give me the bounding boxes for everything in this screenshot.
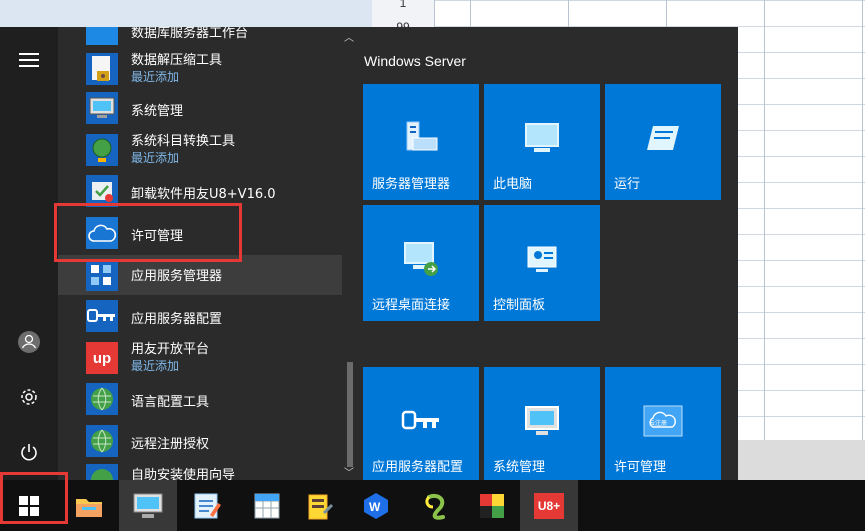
app-label: 数据解压缩工具 bbox=[131, 53, 223, 68]
tile-group-title: Windows Server bbox=[364, 53, 466, 69]
this-pc-icon[interactable] bbox=[119, 480, 177, 531]
hamburger-menu-icon[interactable] bbox=[14, 45, 44, 75]
snake-app-icon[interactable] bbox=[407, 480, 465, 531]
list-item[interactable]: 自助安装使用向导 bbox=[58, 460, 342, 480]
tile-label: 运行 bbox=[614, 177, 641, 192]
key-icon bbox=[86, 300, 118, 332]
tile-label: 许可管理 bbox=[614, 460, 667, 475]
list-item[interactable]: up 用友开放平台 最近添加 bbox=[58, 338, 342, 378]
list-item[interactable]: 数据解压缩工具 最近添加 bbox=[58, 49, 342, 89]
run-icon bbox=[643, 118, 683, 158]
scrollbar-thumb[interactable] bbox=[347, 362, 353, 467]
recently-added-label: 最近添加 bbox=[131, 151, 180, 165]
user-icon[interactable] bbox=[14, 327, 44, 357]
remote-desktop-icon bbox=[401, 239, 441, 279]
globe-icon bbox=[86, 383, 118, 415]
yonyou-up-icon: up bbox=[86, 342, 118, 374]
tile-run[interactable]: 运行 bbox=[605, 84, 721, 200]
list-item[interactable]: 应用服务器配置 bbox=[58, 296, 342, 336]
spreadsheet-icon[interactable] bbox=[238, 480, 296, 531]
tile-label: 服务器管理器 bbox=[372, 177, 451, 192]
list-item[interactable]: 数据库服务器工作台 bbox=[58, 27, 342, 49]
app-label: 应用服务器配置 bbox=[131, 312, 223, 327]
tile-control-panel[interactable]: 控制面板 bbox=[484, 205, 600, 321]
tile-label: 应用服务器配置 bbox=[372, 460, 464, 475]
app-label: 远程注册授权 bbox=[131, 437, 210, 452]
recently-added-label: 最近添加 bbox=[131, 359, 180, 373]
list-item[interactable]: 语言配置工具 bbox=[58, 379, 342, 419]
power-icon[interactable] bbox=[14, 437, 44, 467]
app-label: 自助安装使用向导 bbox=[131, 468, 236, 480]
u8-icon[interactable]: U8+ bbox=[520, 480, 578, 531]
app-list-scrollbar[interactable]: ︿ ﹀ bbox=[342, 27, 358, 480]
app-icon bbox=[86, 27, 118, 45]
cloud-registration-icon: 云注册 bbox=[643, 401, 683, 441]
app-label: 系统科目转换工具 bbox=[131, 134, 236, 149]
app-label: 语言配置工具 bbox=[131, 395, 210, 410]
tile-label: 远程桌面连接 bbox=[372, 298, 451, 313]
tile-label: 系统管理 bbox=[493, 460, 546, 475]
svg-text:W: W bbox=[369, 500, 381, 514]
form-editor-icon[interactable] bbox=[178, 480, 236, 531]
list-item[interactable]: 系统管理 bbox=[58, 88, 342, 128]
app-label: 卸载软件用友U8+V16.0 bbox=[131, 187, 276, 202]
archive-tool-icon bbox=[86, 53, 118, 85]
app-label: 用友开放平台 bbox=[131, 342, 210, 357]
monitor-icon bbox=[86, 92, 118, 124]
globe-tool-icon bbox=[86, 134, 118, 166]
start-rail bbox=[0, 27, 58, 480]
server-tools-icon[interactable] bbox=[290, 480, 348, 531]
install-wizard-icon bbox=[86, 464, 118, 480]
tile-server-manager[interactable]: 服务器管理器 bbox=[363, 84, 479, 200]
server-manager-app-icon bbox=[86, 259, 118, 291]
tile-label: 控制面板 bbox=[493, 298, 546, 313]
control-panel-icon bbox=[522, 239, 562, 279]
tile-license-management[interactable]: 云注册 许可管理 bbox=[605, 367, 721, 483]
wps-icon[interactable]: W bbox=[347, 480, 405, 531]
file-explorer-icon[interactable] bbox=[60, 480, 118, 531]
monitor-icon bbox=[522, 401, 562, 441]
color-blocks-icon[interactable] bbox=[463, 480, 521, 531]
app-label: 数据库服务器工作台 bbox=[131, 27, 249, 41]
annotation-highlight-start-button bbox=[0, 472, 68, 524]
recently-added-label: 最近添加 bbox=[131, 70, 180, 84]
row-number: 1 bbox=[399, 0, 407, 10]
tile-this-pc[interactable]: 此电脑 bbox=[484, 84, 600, 200]
tile-label: 此电脑 bbox=[493, 177, 533, 192]
server-manager-icon bbox=[401, 118, 441, 158]
globe-icon bbox=[86, 425, 118, 457]
cloud-badge-text: 云注册 bbox=[649, 420, 668, 427]
taskbar: W U8+ bbox=[0, 480, 865, 531]
scroll-down-arrow-icon[interactable]: ﹀ bbox=[344, 464, 354, 479]
scroll-up-arrow-icon[interactable]: ︿ bbox=[344, 29, 354, 44]
background-scrollbar-area bbox=[738, 440, 865, 480]
annotation-highlight-license-item bbox=[54, 203, 242, 262]
key-icon bbox=[401, 401, 441, 441]
app-label: 系统管理 bbox=[131, 104, 184, 119]
this-pc-icon bbox=[522, 118, 562, 158]
list-item[interactable]: 系统科目转换工具 最近添加 bbox=[58, 130, 342, 170]
list-item[interactable]: 远程注册授权 bbox=[58, 421, 342, 461]
tile-app-server-config[interactable]: 应用服务器配置 bbox=[363, 367, 479, 483]
app-label: 应用服务管理器 bbox=[131, 269, 223, 284]
tile-system-management[interactable]: 系统管理 bbox=[484, 367, 600, 483]
u8-label: U8+ bbox=[537, 498, 561, 513]
tile-remote-desktop[interactable]: 远程桌面连接 bbox=[363, 205, 479, 321]
pinned-tiles-area: Windows Server 服务器管理器 此电脑 运行 远程桌面连接 控制面板… bbox=[358, 27, 738, 483]
settings-icon[interactable] bbox=[14, 382, 44, 412]
